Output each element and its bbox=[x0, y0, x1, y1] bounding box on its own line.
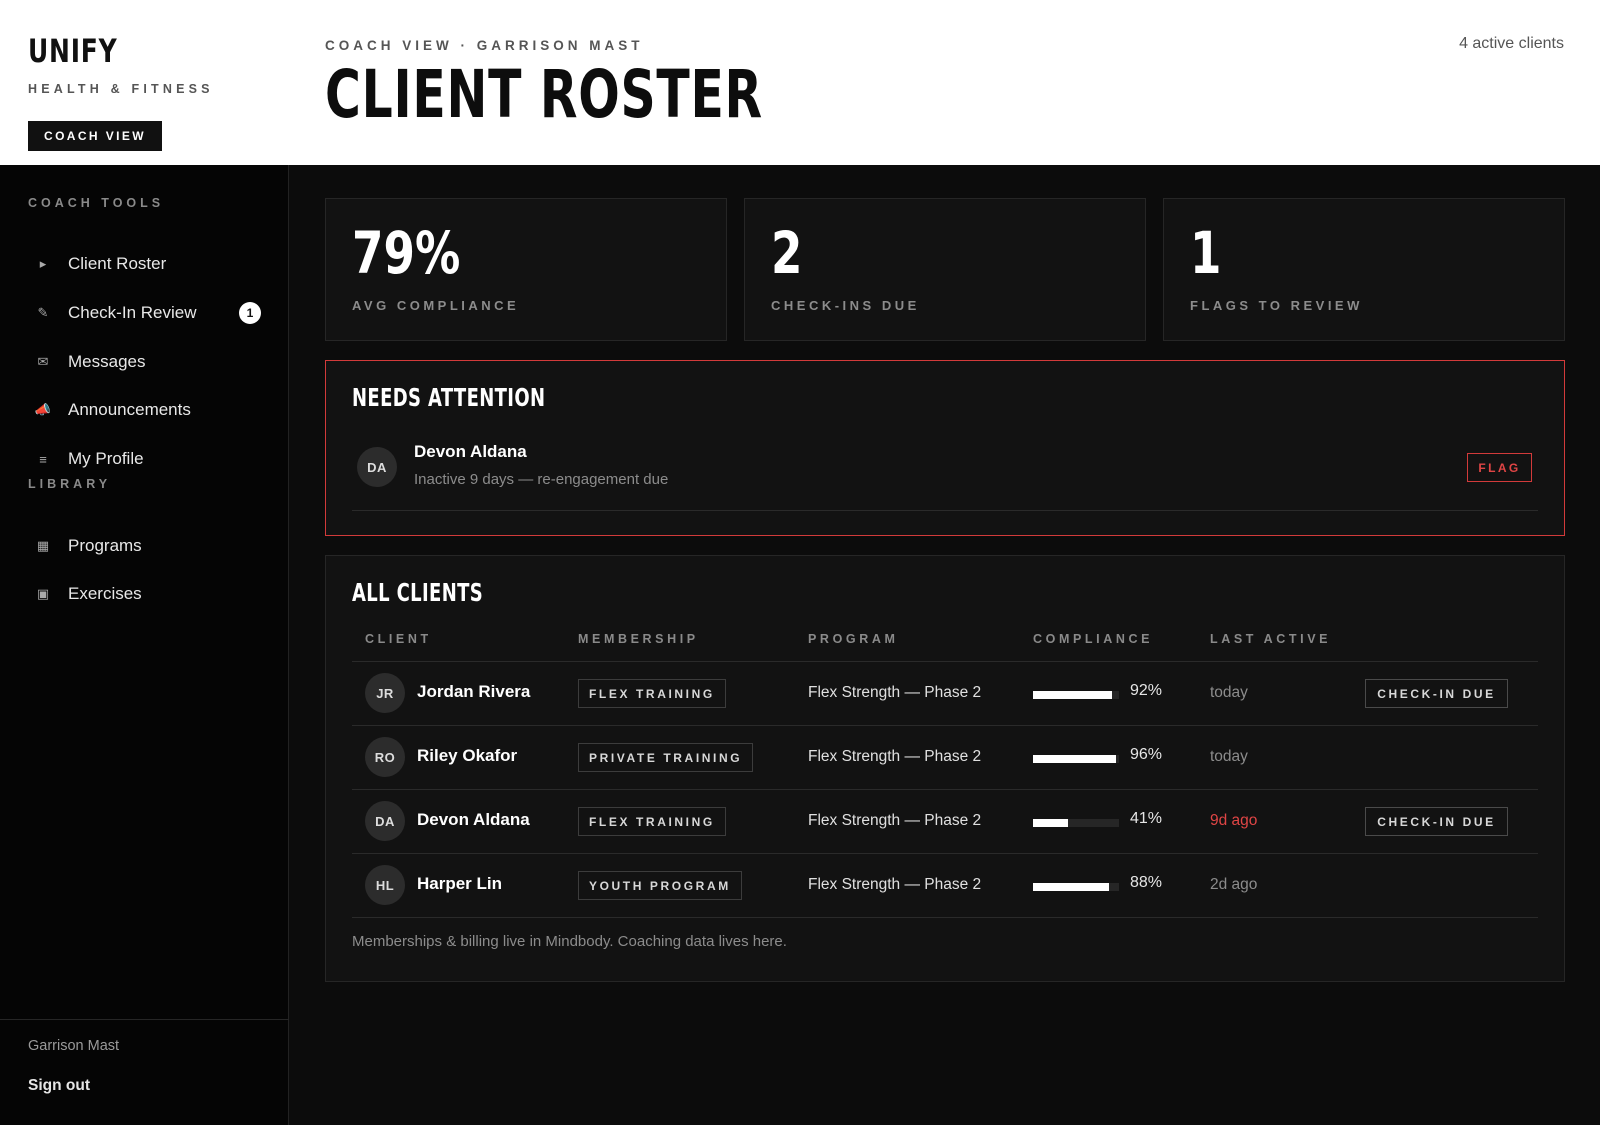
grid-icon: ▦ bbox=[36, 538, 50, 553]
last-active: 2d ago bbox=[1210, 876, 1258, 893]
active-clients-count: 4 active clients bbox=[1459, 35, 1564, 52]
check-in-due-button[interactable]: CHECK-IN DUE bbox=[1365, 679, 1508, 708]
pencil-icon: ✎ bbox=[37, 305, 49, 320]
sidebar-item-programs[interactable]: ▦ Programs bbox=[0, 526, 289, 566]
compliance-bar-fill bbox=[1033, 819, 1069, 827]
top-header: UNIFY HEALTH & FITNESS COACH VIEW COACH … bbox=[0, 0, 1600, 165]
brand-block: UNIFY HEALTH & FITNESS COACH VIEW bbox=[28, 32, 214, 151]
sidebar-item-label: Client Roster bbox=[68, 254, 167, 273]
page-title: CLIENT ROSTER bbox=[325, 56, 763, 133]
current-user-name: Garrison Mast bbox=[28, 1038, 120, 1054]
compliance-value: 92% bbox=[1130, 682, 1163, 699]
flag-button[interactable]: FLAG bbox=[1467, 453, 1532, 482]
program-name: Flex Strength — Phase 2 bbox=[808, 876, 982, 893]
avatar: RO bbox=[365, 737, 405, 777]
avatar: DA bbox=[365, 801, 405, 841]
menu-lines-icon: ≡ bbox=[39, 451, 47, 467]
column-header-last-active: LAST ACTIVE bbox=[1210, 632, 1332, 646]
play-arrow-icon: ▸ bbox=[39, 256, 47, 271]
column-header-program: PROGRAM bbox=[808, 632, 899, 646]
client-name[interactable]: Harper Lin bbox=[417, 874, 502, 894]
brand-tagline: HEALTH & FITNESS bbox=[28, 82, 214, 96]
program-name: Flex Strength — Phase 2 bbox=[808, 812, 982, 829]
client-name[interactable]: Riley Okafor bbox=[417, 746, 517, 766]
compliance-bar-fill bbox=[1033, 691, 1113, 699]
client-name[interactable]: Jordan Rivera bbox=[417, 682, 530, 702]
sidebar-item-label: Programs bbox=[68, 536, 142, 555]
last-active: today bbox=[1210, 748, 1248, 765]
coach-view-pill: COACH VIEW bbox=[28, 121, 162, 151]
stat-value: 1 bbox=[1190, 219, 1222, 287]
column-header-client: CLIENT bbox=[365, 632, 432, 646]
attention-detail: Inactive 9 days — re-engagement due bbox=[414, 471, 669, 488]
panel-title: NEEDS ATTENTION bbox=[352, 383, 546, 412]
last-active: today bbox=[1210, 684, 1248, 701]
table-row[interactable]: JR Jordan Rivera FLEX TRAINING Flex Stre… bbox=[352, 662, 1538, 726]
column-header-compliance: COMPLIANCE bbox=[1033, 632, 1154, 646]
compliance-value: 41% bbox=[1130, 810, 1163, 827]
sidebar-item-label: Messages bbox=[68, 352, 146, 371]
program-name: Flex Strength — Phase 2 bbox=[808, 684, 982, 701]
sidebar-item-check-in-review[interactable]: ✎ Check-In Review 1 bbox=[0, 293, 289, 333]
compliance-bar bbox=[1033, 883, 1119, 891]
all-clients-panel: ALL CLIENTS CLIENT MEMBERSHIP PROGRAM CO… bbox=[325, 555, 1565, 982]
compliance-bar bbox=[1033, 819, 1119, 827]
notification-badge: 1 bbox=[239, 302, 261, 324]
sidebar-item-exercises[interactable]: ▣ Exercises bbox=[0, 574, 289, 614]
sidebar: COACH TOOLS ▸ Client Roster ✎ Check-In R… bbox=[0, 165, 289, 1125]
check-in-due-button[interactable]: CHECK-IN DUE bbox=[1365, 807, 1508, 836]
compliance-bar bbox=[1033, 755, 1119, 763]
column-header-membership: MEMBERSHIP bbox=[578, 632, 699, 646]
sidebar-item-messages[interactable]: ✉ Messages bbox=[0, 342, 289, 382]
attention-row[interactable]: DA Devon Aldana Inactive 9 days — re-eng… bbox=[352, 441, 1538, 511]
needs-attention-panel: NEEDS ATTENTION DA Devon Aldana Inactive… bbox=[325, 360, 1565, 536]
stat-label: AVG COMPLIANCE bbox=[352, 298, 520, 313]
table-footnote: Memberships & billing live in Mindbody. … bbox=[352, 933, 787, 950]
stat-card-check-ins-due: 2 CHECK-INS DUE bbox=[744, 198, 1146, 341]
page-eyebrow: COACH VIEW · GARRISON MAST bbox=[325, 38, 644, 53]
avatar: JR bbox=[365, 673, 405, 713]
membership-tag: FLEX TRAINING bbox=[578, 679, 726, 708]
membership-tag: FLEX TRAINING bbox=[578, 807, 726, 836]
compliance-value: 88% bbox=[1130, 874, 1163, 891]
brand-logo[interactable]: UNIFY bbox=[28, 32, 173, 70]
sidebar-heading-coach-tools: COACH TOOLS bbox=[28, 196, 165, 210]
sidebar-item-announcements[interactable]: 📣 Announcements bbox=[0, 390, 289, 430]
table-row[interactable]: HL Harper Lin YOUTH PROGRAM Flex Strengt… bbox=[352, 854, 1538, 918]
compliance-value: 96% bbox=[1130, 746, 1163, 763]
envelope-icon: ✉ bbox=[37, 354, 49, 369]
sidebar-item-label: Announcements bbox=[68, 400, 191, 419]
stat-label: FLAGS TO REVIEW bbox=[1190, 298, 1363, 313]
panel-title: ALL CLIENTS bbox=[352, 578, 484, 607]
avatar: DA bbox=[357, 447, 397, 487]
square-icon: ▣ bbox=[36, 586, 50, 601]
program-name: Flex Strength — Phase 2 bbox=[808, 748, 982, 765]
stat-value: 2 bbox=[771, 219, 803, 287]
compliance-bar-fill bbox=[1033, 883, 1109, 891]
stat-card-flags: 1 FLAGS TO REVIEW bbox=[1163, 198, 1565, 341]
membership-tag: YOUTH PROGRAM bbox=[578, 871, 742, 900]
stat-card-compliance: 79% AVG COMPLIANCE bbox=[325, 198, 727, 341]
sidebar-footer: Garrison Mast Sign out bbox=[0, 1019, 289, 1094]
sidebar-item-label: Check-In Review bbox=[68, 303, 197, 322]
sidebar-item-label: Exercises bbox=[68, 584, 142, 603]
sign-out-link[interactable]: Sign out bbox=[28, 1077, 90, 1095]
membership-tag: PRIVATE TRAINING bbox=[578, 743, 754, 772]
megaphone-icon: 📣 bbox=[34, 402, 52, 417]
last-active: 9d ago bbox=[1210, 812, 1258, 829]
table-row[interactable]: RO Riley Okafor PRIVATE TRAINING Flex St… bbox=[352, 726, 1538, 790]
client-name[interactable]: Devon Aldana bbox=[417, 810, 530, 830]
client-name: Devon Aldana bbox=[414, 442, 527, 461]
avatar: HL bbox=[365, 865, 405, 905]
stat-value: 79% bbox=[352, 219, 461, 287]
table-header: CLIENT MEMBERSHIP PROGRAM COMPLIANCE LAS… bbox=[352, 628, 1538, 662]
sidebar-item-client-roster[interactable]: ▸ Client Roster bbox=[0, 244, 289, 284]
sidebar-item-my-profile[interactable]: ≡ My Profile bbox=[0, 439, 289, 479]
table-row[interactable]: DA Devon Aldana FLEX TRAINING Flex Stren… bbox=[352, 790, 1538, 854]
sidebar-heading-library: LIBRARY bbox=[28, 477, 112, 491]
compliance-bar-fill bbox=[1033, 755, 1116, 763]
compliance-bar bbox=[1033, 691, 1119, 699]
stat-label: CHECK-INS DUE bbox=[771, 298, 920, 313]
sidebar-item-label: My Profile bbox=[68, 449, 144, 468]
